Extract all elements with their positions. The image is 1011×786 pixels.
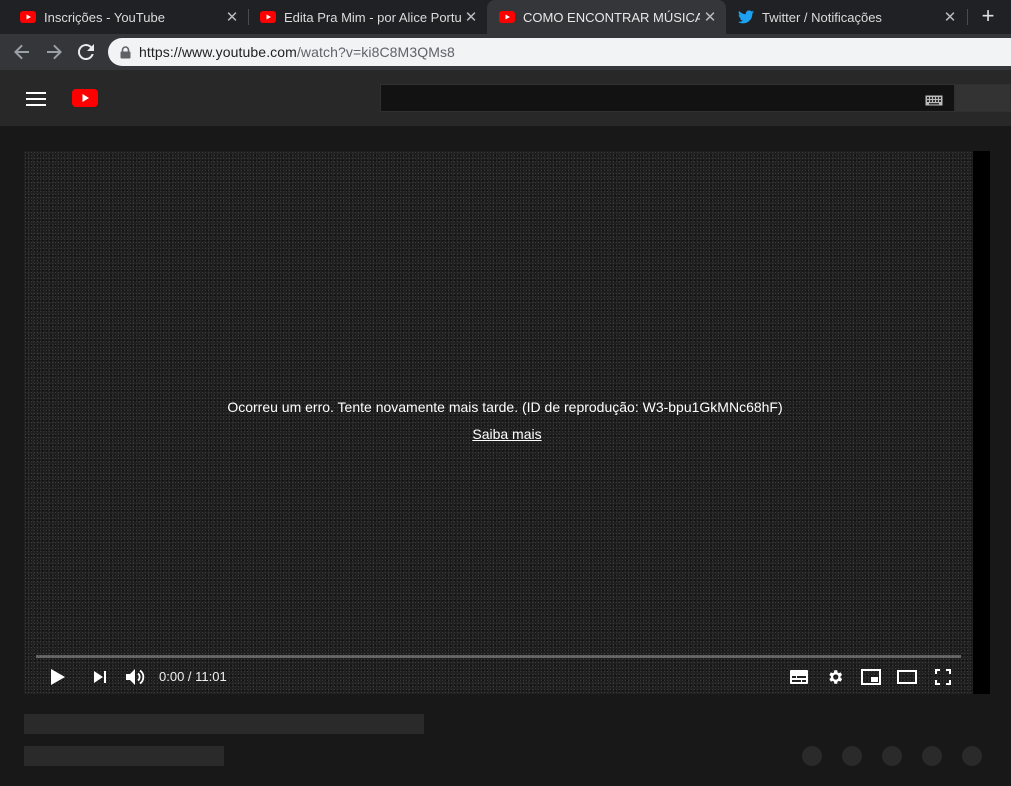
arrow-left-icon bbox=[14, 44, 29, 60]
url-path: /watch?v=ki8C8M3QMs8 bbox=[296, 44, 455, 60]
volume-button[interactable] bbox=[123, 665, 147, 689]
url-text: https://www.youtube.com/watch?v=ki8C8M3Q… bbox=[139, 44, 455, 60]
reload-button[interactable] bbox=[74, 40, 98, 64]
action-placeholder bbox=[842, 746, 862, 766]
miniplayer-icon bbox=[861, 669, 881, 685]
back-button[interactable] bbox=[10, 40, 34, 64]
forward-button[interactable] bbox=[42, 40, 66, 64]
learn-more-link[interactable]: Saiba mais bbox=[24, 426, 990, 442]
video-player[interactable]: Ocorreu um erro. Tente novamente mais ta… bbox=[24, 151, 990, 694]
youtube-header bbox=[0, 70, 1011, 126]
tab-title: COMO ENCONTRAR MÚSICAS GRÁTIS bbox=[523, 9, 700, 25]
tab-title: Edita Pra Mim - por Alice Portugal bbox=[284, 9, 461, 25]
lock-icon bbox=[120, 45, 131, 59]
play-icon bbox=[51, 669, 65, 685]
progress-bar[interactable] bbox=[36, 655, 961, 658]
close-icon[interactable]: ✕ bbox=[700, 8, 720, 26]
miniplayer-button[interactable] bbox=[859, 665, 883, 689]
twitter-icon bbox=[738, 9, 754, 25]
subtitles-icon bbox=[790, 670, 808, 684]
tab-separator bbox=[967, 9, 968, 25]
close-icon[interactable]: ✕ bbox=[461, 8, 481, 26]
tab-title: Inscrições - YouTube bbox=[44, 9, 165, 25]
theater-mode-button[interactable] bbox=[895, 665, 919, 689]
time-display: 0:00 / 11:01 bbox=[159, 669, 227, 684]
error-message: Ocorreu um erro. Tente novamente mais ta… bbox=[227, 399, 783, 415]
youtube-icon bbox=[260, 9, 276, 25]
browser-tab-bar: Inscrições - YouTube ✕ Edita Pra Mim - p… bbox=[0, 0, 1011, 34]
views-placeholder bbox=[24, 746, 224, 766]
youtube-logo[interactable] bbox=[72, 89, 98, 107]
url-host: https://www.youtube.com bbox=[139, 44, 297, 60]
tab-inscricoes[interactable]: Inscrições - YouTube ✕ bbox=[0, 0, 248, 34]
subtitles-button[interactable] bbox=[787, 665, 811, 689]
skip-next-icon bbox=[94, 671, 106, 683]
next-button[interactable] bbox=[88, 665, 112, 689]
action-placeholder bbox=[962, 746, 982, 766]
theater-mode-icon bbox=[897, 670, 917, 684]
tab-title: Twitter / Notificações bbox=[762, 9, 882, 25]
search-input[interactable] bbox=[380, 84, 955, 112]
close-icon[interactable]: ✕ bbox=[222, 8, 242, 26]
title-placeholder bbox=[24, 714, 424, 734]
settings-button[interactable] bbox=[823, 665, 847, 689]
address-bar[interactable]: https://www.youtube.com/watch?v=ki8C8M3Q… bbox=[108, 38, 1011, 66]
close-icon[interactable]: ✕ bbox=[940, 8, 960, 26]
player-controls: 0:00 / 11:01 bbox=[24, 661, 973, 691]
menu-icon[interactable] bbox=[26, 92, 46, 106]
tab-twitter[interactable]: Twitter / Notificações ✕ bbox=[726, 0, 966, 34]
play-button[interactable] bbox=[46, 665, 70, 689]
fullscreen-button[interactable] bbox=[931, 665, 955, 689]
tab-como-encontrar-musicas[interactable]: COMO ENCONTRAR MÚSICAS GRÁTIS ✕ bbox=[487, 0, 726, 34]
keyboard-icon[interactable] bbox=[925, 93, 943, 111]
fullscreen-icon bbox=[935, 669, 951, 685]
browser-toolbar: https://www.youtube.com/watch?v=ki8C8M3Q… bbox=[0, 34, 1011, 70]
search-button[interactable] bbox=[955, 84, 1011, 112]
tab-edita-pra-mim[interactable]: Edita Pra Mim - por Alice Portugal ✕ bbox=[240, 0, 487, 34]
video-static-noise bbox=[24, 151, 973, 694]
gear-icon bbox=[829, 670, 843, 684]
arrow-right-icon bbox=[47, 44, 62, 60]
youtube-icon bbox=[499, 9, 515, 25]
action-placeholder bbox=[922, 746, 942, 766]
volume-icon bbox=[126, 669, 145, 685]
action-placeholder bbox=[802, 746, 822, 766]
reload-icon bbox=[78, 44, 94, 60]
youtube-icon bbox=[20, 9, 36, 25]
action-placeholder bbox=[882, 746, 902, 766]
new-tab-button[interactable]: + bbox=[976, 4, 1000, 28]
